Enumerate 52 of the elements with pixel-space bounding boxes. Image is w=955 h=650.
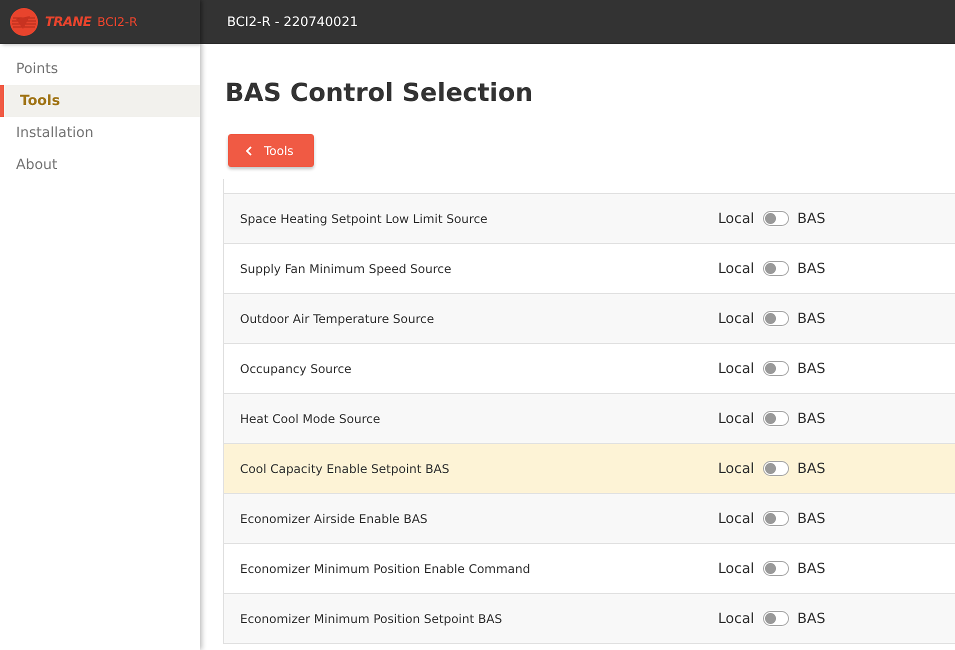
local-label: Local [718, 460, 754, 476]
toggle-switch[interactable] [763, 211, 790, 226]
bas-label: BAS [797, 310, 826, 326]
toggle-switch[interactable] [763, 611, 790, 626]
bas-label: BAS [797, 410, 826, 426]
logo-icon [9, 7, 39, 37]
brand-logo-text: TRANE [45, 14, 92, 30]
toggle-switch[interactable] [763, 311, 790, 326]
setting-name: Economizer Airside Enable BAS [239, 512, 429, 526]
local-label: Local [718, 260, 754, 276]
setting-name: Heat Cool Mode Source [239, 412, 382, 426]
setting-row[interactable]: Outdoor Air Temperature Source Local BAS [224, 294, 955, 344]
local-label: Local [718, 360, 754, 376]
sidebar-item[interactable]: About [0, 149, 200, 181]
toggle-switch[interactable] [763, 461, 790, 476]
bas-label: BAS [797, 210, 826, 226]
bas-label: BAS [797, 460, 826, 476]
setting-name: Supply Fan Minimum Speed Source [239, 262, 452, 276]
local-label: Local [718, 210, 754, 226]
setting-name: Economizer Minimum Position Setpoint BAS [239, 612, 504, 626]
chevron-left-icon [246, 146, 252, 156]
local-label: Local [718, 560, 754, 576]
setting-row[interactable]: Cool Capacity Enable Setpoint BAS Local BAS [224, 444, 955, 494]
product-name: BCI2-R [97, 15, 138, 29]
local-label: Local [718, 410, 754, 426]
setting-row[interactable]: Heat Cool Mode Source Local BAS [224, 394, 955, 444]
bas-label: BAS [797, 560, 826, 576]
sidebar-item[interactable]: Installation [0, 117, 200, 149]
local-label: Local [718, 510, 754, 526]
local-label: Local [718, 310, 754, 326]
setting-row[interactable]: Space Heating Setpoint Low Limit Source Local BAS [224, 194, 955, 244]
bas-label: BAS [797, 510, 826, 526]
local-label: Local [718, 610, 754, 626]
toggle-switch[interactable] [763, 361, 790, 376]
toggle-switch[interactable] [763, 511, 790, 526]
device-title: BCI2-R - 220740021 [227, 14, 358, 30]
bas-label: BAS [797, 260, 826, 276]
toggle-switch[interactable] [763, 261, 790, 276]
setting-name: Occupancy Source [239, 362, 353, 376]
setting-name: Space Heating Setpoint Low Limit Source [239, 212, 489, 226]
sidebar-item[interactable]: Tools [0, 85, 200, 117]
toggle-switch[interactable] [763, 411, 790, 426]
setting-name: Outdoor Air Temperature Source [239, 312, 436, 326]
setting-row[interactable]: Economizer Airside Enable BAS Local BAS [224, 494, 955, 544]
bas-label: BAS [797, 610, 826, 626]
bas-label: BAS [797, 360, 826, 376]
setting-name: Cool Capacity Enable Setpoint BAS [239, 462, 450, 476]
sidebar-item[interactable]: Points [0, 53, 200, 85]
page-title: BAS Control Selection [225, 78, 534, 108]
toggle-switch[interactable] [763, 561, 790, 576]
setting-row[interactable]: Economizer Minimum Position Setpoint BAS Local BAS [224, 594, 955, 644]
setting-name: Economizer Minimum Position Enable Command [239, 562, 532, 576]
